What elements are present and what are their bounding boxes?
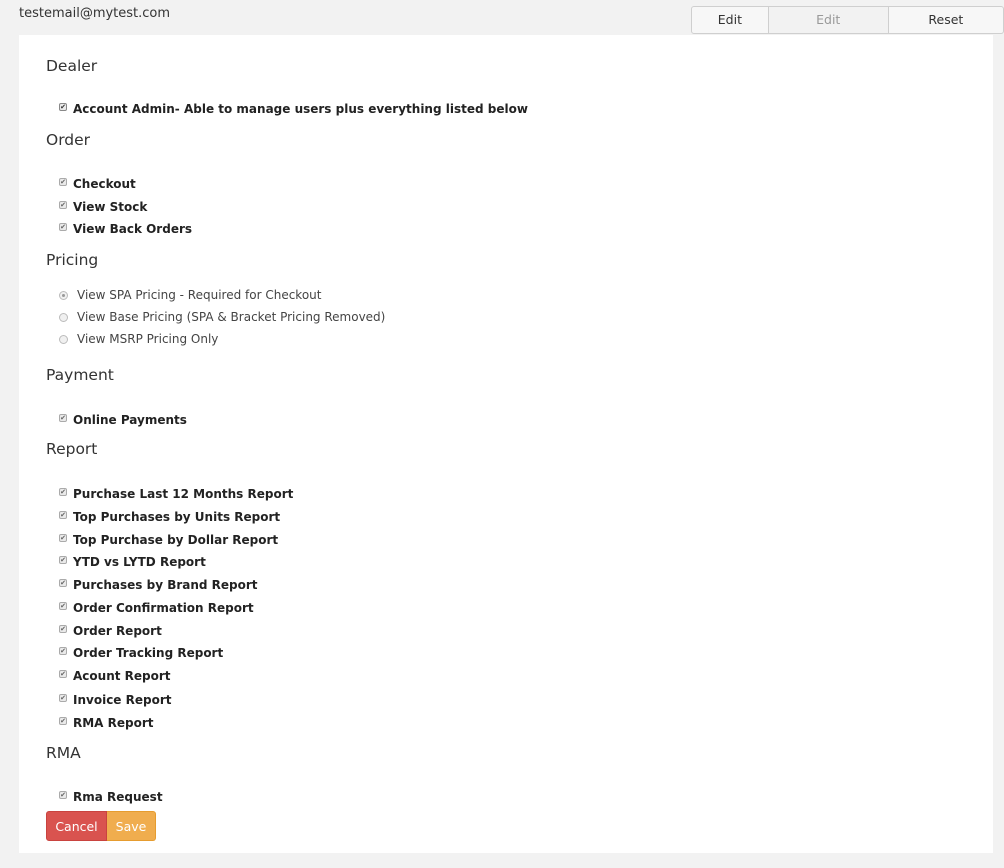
permission-label: Order Report: [73, 624, 162, 638]
permission-label: Top Purchase by Dollar Report: [73, 533, 279, 547]
form-actions: Cancel Save: [46, 811, 156, 841]
section-title-order: Order: [46, 131, 91, 149]
permission-checkout[interactable]: ✔ Checkout: [59, 177, 136, 191]
checkbox[interactable]: ✔: [59, 647, 67, 655]
permission-report-item[interactable]: ✔ YTD vs LYTD Report: [59, 555, 206, 569]
checkbox[interactable]: ✔: [59, 223, 67, 231]
radio-button[interactable]: [59, 312, 68, 322]
permission-label: Acount Report: [73, 669, 171, 683]
checkbox[interactable]: ✔: [59, 511, 67, 519]
section-title-rma: RMA: [46, 744, 81, 762]
permission-report-item[interactable]: ✔ Top Purchase by Dollar Report: [59, 533, 278, 547]
permission-report-item[interactable]: ✔ Order Confirmation Report: [59, 601, 254, 615]
pricing-option-msrp[interactable]: View MSRP Pricing Only: [59, 332, 218, 346]
permission-view-stock[interactable]: ✔ View Stock: [59, 200, 147, 214]
checkbox[interactable]: ✔: [59, 534, 67, 542]
permission-report-item[interactable]: ✔ Acount Report: [59, 669, 171, 683]
permission-rma-request[interactable]: ✔ Rma Request: [59, 790, 163, 804]
permission-report-item[interactable]: ✔ Invoice Report: [59, 693, 171, 707]
user-email: testemail@mytest.com: [19, 6, 171, 21]
permission-label: Rma Request: [73, 790, 163, 804]
checkbox[interactable]: ✔: [59, 625, 67, 633]
checkbox[interactable]: ✔: [59, 488, 67, 496]
permission-label: Order Confirmation Report: [73, 601, 254, 615]
checkbox[interactable]: ✔: [59, 414, 67, 422]
section-title-report: Report: [46, 440, 98, 458]
checkbox[interactable]: ✔: [59, 201, 67, 209]
checkbox[interactable]: ✔: [59, 556, 67, 564]
checkbox[interactable]: ✔: [59, 579, 67, 587]
permission-report-item[interactable]: ✔ Order Tracking Report: [59, 646, 223, 660]
section-title-payment: Payment: [46, 366, 114, 384]
checkbox[interactable]: ✔: [59, 717, 67, 725]
radio-button-selected[interactable]: [59, 290, 68, 300]
checkbox[interactable]: ✔: [59, 602, 67, 610]
pricing-option-base[interactable]: View Base Pricing (SPA & Bracket Pricing…: [59, 310, 385, 324]
permission-online-payments[interactable]: ✔ Online Payments: [59, 413, 187, 427]
permission-report-item[interactable]: ✔ RMA Report: [59, 716, 154, 730]
permission-report-item[interactable]: ✔ Top Purchases by Units Report: [59, 510, 280, 524]
permission-label: Top Purchases by Units Report: [73, 510, 281, 524]
permission-label: View Back Orders: [73, 222, 193, 236]
permission-label: Order Tracking Report: [73, 646, 224, 660]
checkbox[interactable]: ✔: [59, 670, 67, 678]
permission-report-item[interactable]: ✔ Purchases by Brand Report: [59, 578, 258, 592]
checkbox[interactable]: ✔: [59, 103, 67, 111]
permission-label: View Stock: [73, 200, 148, 214]
permission-label: RMA Report: [73, 716, 154, 730]
reset-password-button[interactable]: Reset Password: [888, 6, 1004, 53]
permission-report-item[interactable]: ✔ Purchase Last 12 Months Report: [59, 487, 293, 501]
edit-permissions-button[interactable]: Edit Permissions: [768, 6, 889, 53]
pricing-option-label: View SPA Pricing - Required for Checkout: [77, 288, 322, 302]
permission-label: Purchase Last 12 Months Report: [73, 487, 294, 501]
section-title-pricing: Pricing: [46, 251, 99, 269]
permission-account-admin[interactable]: ✔ Account Admin- Able to manage users pl…: [59, 102, 528, 116]
radio-button[interactable]: [59, 334, 68, 344]
save-button[interactable]: Save: [107, 811, 156, 841]
checkbox[interactable]: ✔: [59, 791, 67, 799]
section-title-dealer: Dealer: [46, 57, 98, 75]
permission-label: Account Admin- Able to manage users plus…: [73, 102, 528, 116]
permissions-panel: Dealer ✔ Account Admin- Able to manage u…: [19, 35, 993, 853]
permission-view-back-orders[interactable]: ✔ View Back Orders: [59, 222, 192, 236]
pricing-option-spa[interactable]: View SPA Pricing - Required for Checkout: [59, 288, 321, 302]
checkbox[interactable]: ✔: [59, 178, 67, 186]
permission-label: Purchases by Brand Report: [73, 578, 258, 592]
pricing-option-label: View MSRP Pricing Only: [77, 332, 219, 346]
permission-label: Online Payments: [73, 413, 187, 427]
cancel-button[interactable]: Cancel: [46, 811, 107, 841]
edit-user-button[interactable]: Edit User: [691, 6, 769, 53]
pricing-option-label: View Base Pricing (SPA & Bracket Pricing…: [77, 310, 386, 324]
permission-label: Checkout: [73, 177, 136, 191]
permission-report-item[interactable]: ✔ Order Report: [59, 624, 162, 638]
checkbox[interactable]: ✔: [59, 694, 67, 702]
permission-label: Invoice Report: [73, 693, 172, 707]
user-actions-tabs: Edit User Edit Permissions Reset Passwor…: [691, 6, 1004, 53]
permission-label: YTD vs LYTD Report: [73, 555, 206, 569]
